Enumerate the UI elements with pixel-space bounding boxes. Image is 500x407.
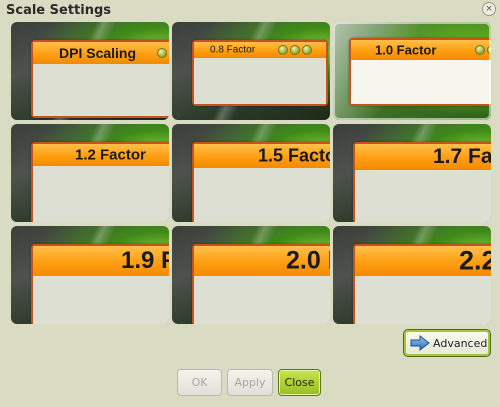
ok-button[interactable]: OK — [177, 369, 222, 396]
scale-option-2-2-factor[interactable]: 2.2 Factor — [333, 226, 491, 324]
preview-window: 1.7 Factor — [353, 142, 491, 222]
preview-titlebar: 1.5 Factor — [194, 144, 330, 168]
preview-titlebar: 1.9 Factor — [33, 246, 169, 276]
scale-option-label: 1.0 Factor — [375, 42, 437, 58]
preview-window: 0.8 Factor — [192, 40, 328, 106]
scale-option-1-5-factor[interactable]: 1.5 Factor — [172, 124, 330, 222]
preview-window: 2.0 Factor — [192, 244, 330, 324]
maximize-icon — [290, 45, 300, 55]
advanced-button-label: Advanced — [433, 337, 488, 350]
preview-window: 1.2 Factor — [31, 142, 169, 222]
dialog-title: Scale Settings — [6, 3, 112, 18]
preview-titlebar: 2.2 Factor — [355, 246, 491, 276]
scale-option-1-9-factor[interactable]: 1.9 Factor — [11, 226, 169, 324]
scale-option-2-0-factor[interactable]: 2.0 Factor — [172, 226, 330, 324]
scale-option-0-8-factor[interactable]: 0.8 Factor — [172, 22, 330, 120]
preview-body — [355, 170, 491, 222]
titlebar: Scale Settings × — [0, 0, 500, 20]
scale-option-label: 2.0 Factor — [286, 246, 330, 275]
scale-option-label: DPI Scaling — [59, 45, 137, 61]
preview-body — [33, 276, 169, 324]
preview-body — [355, 276, 491, 324]
minimize-icon — [278, 45, 288, 55]
close-button[interactable]: Close — [278, 369, 321, 396]
preview-titlebar: 1.2 Factor — [33, 144, 169, 166]
preview-body — [33, 64, 169, 116]
preview-titlebar: 1.7 Factor — [355, 144, 491, 170]
preview-window: 1.5 Factor — [192, 142, 330, 222]
window-controls — [278, 45, 312, 55]
preview-window: 2.2 Factor — [353, 244, 491, 324]
close-icon — [302, 45, 312, 55]
scale-option-label: 1.9 Factor — [121, 247, 169, 274]
preview-window: 1.0 Factor — [349, 38, 491, 106]
preview-titlebar: DPI Scaling — [33, 42, 169, 64]
scale-option-label: 1.5 Factor — [258, 145, 330, 166]
preview-body — [194, 276, 330, 324]
window-controls — [157, 48, 169, 58]
preview-body — [194, 168, 330, 222]
chevron-down-icon — [475, 45, 485, 55]
preview-titlebar: 1.0 Factor — [351, 40, 491, 60]
close-icon[interactable]: × — [482, 2, 496, 16]
preview-window: 1.9 Factor — [31, 244, 169, 324]
scale-option-1-7-factor[interactable]: 1.7 Factor — [333, 124, 491, 222]
preview-body — [194, 58, 326, 104]
scale-option-label: 1.7 Factor — [433, 145, 491, 168]
arrow-right-icon — [410, 335, 430, 351]
maximize-icon — [487, 45, 491, 55]
preview-body — [33, 166, 169, 222]
preview-body — [351, 60, 491, 104]
preview-titlebar: 2.0 Factor — [194, 246, 330, 276]
apply-button[interactable]: Apply — [227, 369, 273, 396]
preview-window: DPI Scaling — [31, 40, 169, 118]
scale-option-1-0-factor[interactable]: 1.0 Factor — [333, 22, 491, 120]
window-controls — [475, 45, 491, 55]
minimize-icon — [157, 48, 167, 58]
preview-titlebar: 0.8 Factor — [194, 42, 326, 58]
scale-option-dpi-scaling[interactable]: DPI Scaling — [11, 22, 169, 120]
scale-option-label: 0.8 Factor — [210, 44, 256, 56]
scale-option-1-2-factor[interactable]: 1.2 Factor — [11, 124, 169, 222]
scale-option-label: 2.2 Factor — [459, 246, 491, 276]
scale-option-label: 1.2 Factor — [75, 146, 146, 164]
advanced-button[interactable]: Advanced — [403, 329, 491, 357]
